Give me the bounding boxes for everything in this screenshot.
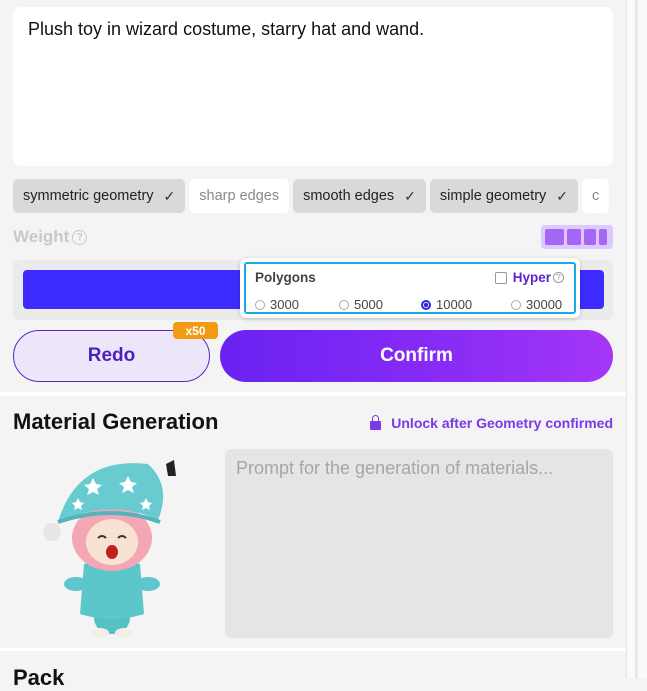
confirm-label: Confirm xyxy=(380,345,453,366)
section-divider xyxy=(0,648,626,651)
weight-label: Weight ? xyxy=(13,227,88,247)
hyper-toggle[interactable]: Hyper ? xyxy=(494,270,564,285)
tag-label: symmetric geometry xyxy=(23,188,154,204)
tag-simple-geometry[interactable]: simple geometry ✓ xyxy=(429,179,579,213)
radio-label: 5000 xyxy=(354,297,383,312)
weight-slider[interactable] xyxy=(541,225,613,249)
radio-icon[interactable] xyxy=(339,299,349,310)
polygon-option-3000[interactable]: 3000 xyxy=(255,297,299,312)
unlock-text: Unlock after Geometry confirmed xyxy=(391,415,613,431)
tag-label: smooth edges xyxy=(303,188,395,204)
radio-label: 30000 xyxy=(526,297,563,312)
confirm-button[interactable]: Confirm xyxy=(220,330,613,382)
section-divider xyxy=(0,392,626,396)
hyper-label: Hyper xyxy=(512,270,551,285)
material-prompt-input[interactable]: Prompt for the generation of materials..… xyxy=(225,449,613,638)
style-tags: symmetric geometry ✓ sharp edges smooth edg… xyxy=(13,179,613,213)
scrollbar-thumb[interactable] xyxy=(635,0,638,678)
weight-segment xyxy=(567,229,581,245)
check-icon: ✓ xyxy=(556,187,569,204)
sleepy-mascot-figure xyxy=(43,460,176,638)
weight-label-text: Weight xyxy=(13,227,70,246)
weight-segment xyxy=(584,229,596,245)
scrollbar[interactable] xyxy=(626,0,647,678)
help-icon[interactable]: ? xyxy=(553,272,564,283)
polygon-options: 3000 5000 10000 30000 xyxy=(255,297,565,313)
radio-icon[interactable] xyxy=(255,299,265,310)
redo-label: Redo xyxy=(87,345,136,366)
redo-cost-badge: x50 xyxy=(173,322,218,339)
tag-more[interactable]: c xyxy=(582,179,610,213)
radio-label: 10000 xyxy=(436,297,473,312)
tag-smooth-edges[interactable]: smooth edges ✓ xyxy=(293,179,426,213)
pack-section-title: Pack xyxy=(13,665,65,690)
weight-segment xyxy=(545,229,564,245)
hyper-checkbox[interactable] xyxy=(494,271,507,284)
tag-label: c xyxy=(592,188,600,204)
polygons-popover: Polygons Hyper ? 3000 5000 10000 30000 xyxy=(240,258,580,318)
check-icon: ✓ xyxy=(163,187,176,204)
tag-label: sharp edges xyxy=(199,188,280,204)
radio-label: 3000 xyxy=(270,297,299,312)
tag-symmetric-geometry[interactable]: symmetric geometry ✓ xyxy=(13,179,186,213)
tag-label: simple geometry xyxy=(439,188,547,204)
radio-icon[interactable] xyxy=(421,299,431,310)
lock-icon xyxy=(370,414,382,430)
help-icon[interactable]: ? xyxy=(72,229,88,245)
geometry-prompt-input[interactable]: Plush toy in wizard costume, starry hat … xyxy=(13,7,613,166)
unlock-notice: Unlock after Geometry confirmed xyxy=(370,414,613,431)
check-icon: ✓ xyxy=(404,187,416,204)
polygon-option-5000[interactable]: 5000 xyxy=(339,297,383,312)
model-preview-image xyxy=(43,460,176,638)
tag-sharp-edges[interactable]: sharp edges xyxy=(189,179,290,213)
polygons-panel: Polygons Hyper ? 3000 5000 10000 30000 xyxy=(244,262,576,314)
material-section-title: Material Generation xyxy=(13,409,219,434)
weight-segment xyxy=(599,229,607,245)
radio-icon[interactable] xyxy=(511,299,521,310)
polygon-option-10000[interactable]: 10000 xyxy=(421,297,472,312)
polygon-option-30000[interactable]: 30000 xyxy=(511,297,562,312)
polygons-title: Polygons xyxy=(255,270,316,285)
